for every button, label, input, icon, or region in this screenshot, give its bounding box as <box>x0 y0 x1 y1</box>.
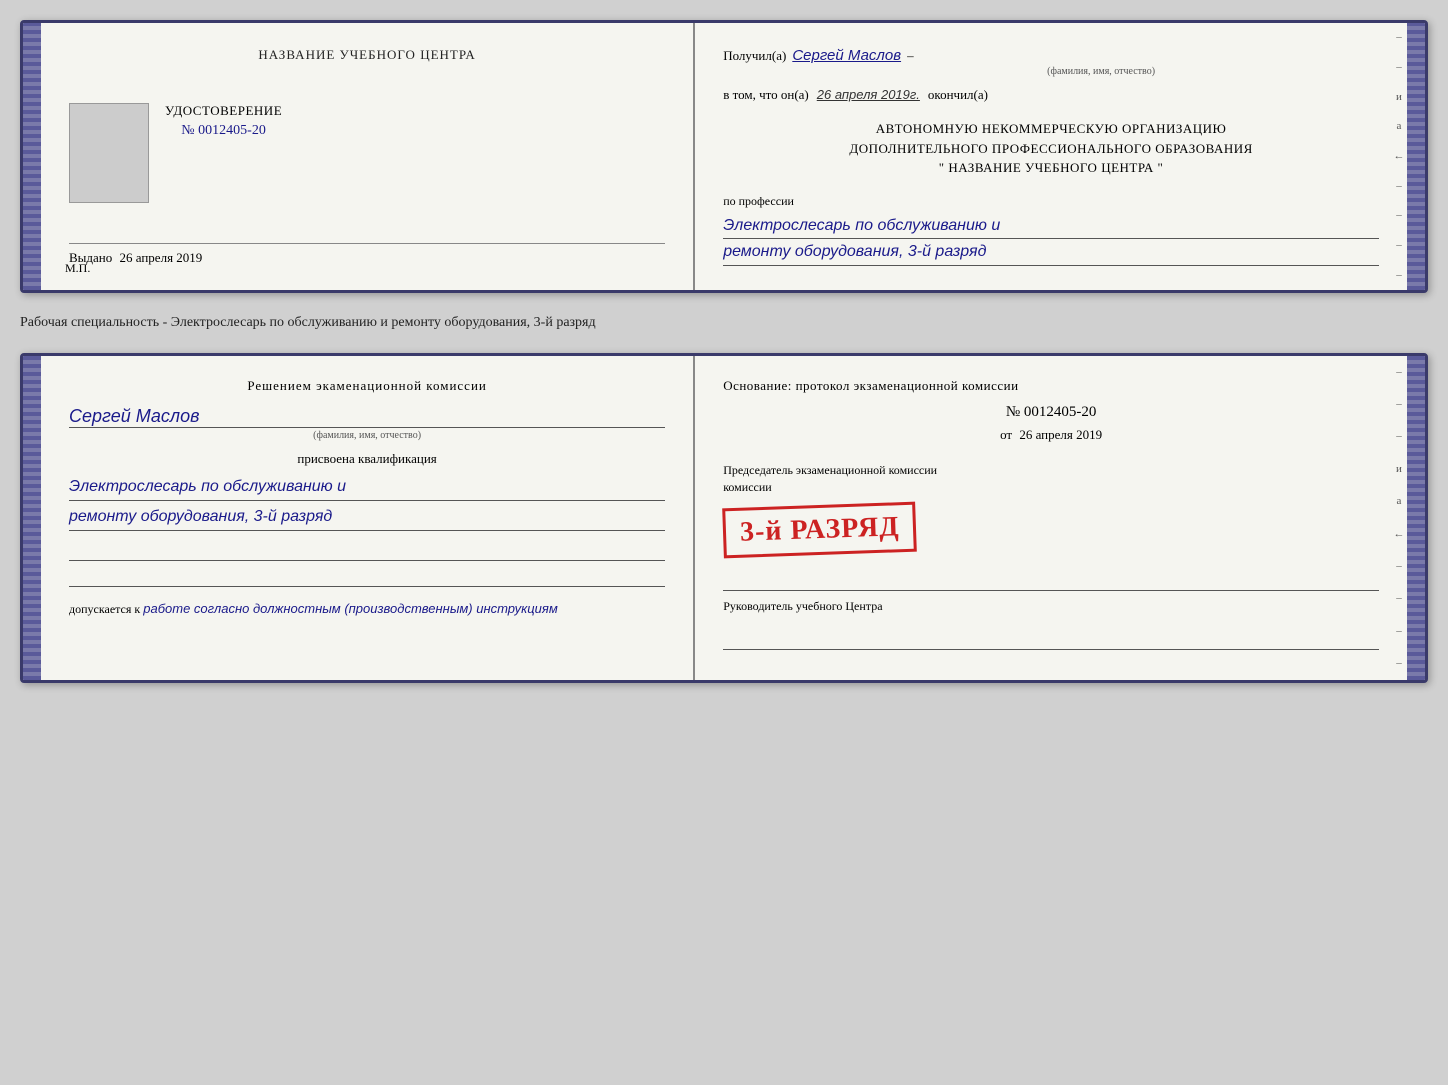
issued-date: 26 апреля 2019 <box>120 250 203 265</box>
top-doc-right-panel: Получил(а) Сергей Маслов – (фамилия, имя… <box>695 23 1407 290</box>
in-that-prefix: в том, что он(а) <box>723 87 809 103</box>
profession-line1: Электрослесарь по обслуживанию и <box>723 213 1379 240</box>
head-label: Руководитель учебного Центра <box>723 599 1379 614</box>
allowed-text: допускается к работе согласно должностны… <box>69 601 665 617</box>
date-line: в том, что он(а) 26 апреля 2019г. окончи… <box>723 87 1379 103</box>
doc-spine-right <box>1407 23 1425 290</box>
bottom-doc-right-panel: Основание: протокол экзаменационной коми… <box>695 356 1407 680</box>
bottom-doc-spine-right <box>1407 356 1425 680</box>
date-handwritten: 26 апреля 2019г. <box>817 87 920 102</box>
issued-line: Выдано 26 апреля 2019 <box>69 243 665 266</box>
assigned-text: присвоена квалификация <box>69 451 665 467</box>
allowed-prefix: допускается к <box>69 602 140 616</box>
org-block: АВТОНОМНУЮ НЕКОММЕРЧЕСКУЮ ОРГАНИЗАЦИЮ ДО… <box>723 119 1379 178</box>
udost-title: УДОСТОВЕРЕНИЕ <box>165 103 282 119</box>
mp-label: М.П. <box>65 261 90 276</box>
bottom-document: Решением экаменационной комиссии Сергей … <box>20 353 1428 683</box>
right-sign-lines <box>723 571 1379 591</box>
recipient-line: Получил(а) Сергей Маслов – <box>723 47 1379 64</box>
top-document: НАЗВАНИЕ УЧЕБНОГО ЦЕНТРА УДОСТОВЕРЕНИЕ №… <box>20 20 1428 293</box>
top-doc-left-panel: НАЗВАНИЕ УЧЕБНОГО ЦЕНТРА УДОСТОВЕРЕНИЕ №… <box>41 23 695 290</box>
stamp-box: 3-й РАЗРЯД <box>722 502 917 559</box>
org-line1: АВТОНОМНУЮ НЕКОММЕРЧЕСКУЮ ОРГАНИЗАЦИЮ <box>723 119 1379 139</box>
sign-line-1 <box>69 541 665 561</box>
top-left-heading: НАЗВАНИЕ УЧЕБНОГО ЦЕНТРА <box>69 47 665 63</box>
person-name: Сергей Маслов <box>69 406 665 428</box>
allowed-handwritten: работе согласно должностным (производств… <box>143 601 558 616</box>
protocol-date: от 26 апреля 2019 <box>723 427 1379 443</box>
chairman-label: Председатель экзаменационной комиссии <box>723 463 1379 478</box>
completed-label: окончил(а) <box>928 87 988 103</box>
commission-heading: Решением экаменационной комиссии <box>69 378 665 394</box>
protocol-date-value: 26 апреля 2019 <box>1019 427 1102 442</box>
qualification-line1: Электрослесарь по обслуживанию и <box>69 473 665 501</box>
qualification-line2: ремонту оборудования, 3-й разряд <box>69 503 665 531</box>
doc-spine-left <box>23 23 41 290</box>
bottom-doc-spine-left <box>23 356 41 680</box>
profession-line2: ремонту оборудования, 3-й разряд <box>723 239 1379 266</box>
bottom-doc-left-panel: Решением экаменационной комиссии Сергей … <box>41 356 695 680</box>
dash: – <box>907 48 914 64</box>
basis-text: Основание: протокол экзаменационной коми… <box>723 378 1379 394</box>
org-line3: " НАЗВАНИЕ УЧЕБНОГО ЦЕНТРА " <box>723 158 1379 178</box>
udost-text-block: УДОСТОВЕРЕНИЕ № 0012405-20 <box>165 103 282 139</box>
fio-label-top: (фамилия, имя, отчество) <box>823 66 1379 77</box>
sign-line-2 <box>69 567 665 587</box>
right-sign-line-1 <box>723 571 1379 591</box>
between-label: Рабочая специальность - Электрослесарь п… <box>20 311 1428 335</box>
sign-lines <box>69 541 665 587</box>
udost-section: УДОСТОВЕРЕНИЕ № 0012405-20 <box>69 103 665 203</box>
right-sign-lines-2 <box>723 630 1379 650</box>
date-prefix: от <box>1000 427 1012 442</box>
right-edge-dashes: – – и а ← – – – – <box>1391 23 1407 290</box>
protocol-number: № 0012405-20 <box>723 404 1379 421</box>
stamp-text: 3-й РАЗРЯД <box>740 511 900 548</box>
profession-label: по профессии <box>723 194 1379 209</box>
bottom-fio-label: (фамилия, имя, отчество) <box>69 430 665 441</box>
right-sign-line-2 <box>723 630 1379 650</box>
bottom-right-edge-dashes: – – – и а ← – – – – <box>1391 356 1407 680</box>
recipient-name: Сергей Маслов <box>792 47 901 64</box>
udost-number: № 0012405-20 <box>165 123 282 139</box>
received-prefix: Получил(а) <box>723 48 786 64</box>
photo-placeholder <box>69 103 149 203</box>
commission-label-2: комиссии <box>723 480 1379 495</box>
org-line2: ДОПОЛНИТЕЛЬНОГО ПРОФЕССИОНАЛЬНОГО ОБРАЗО… <box>723 139 1379 159</box>
